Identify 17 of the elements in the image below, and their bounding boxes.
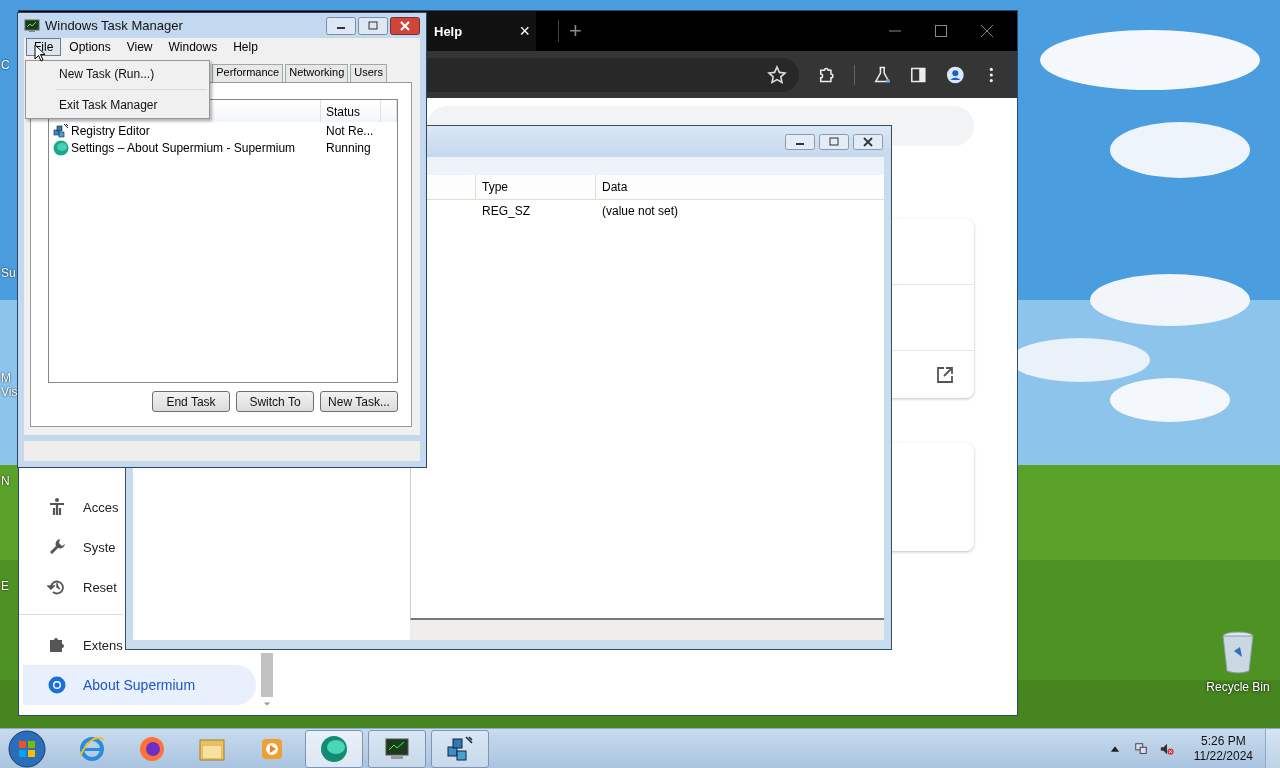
desktop-icon-label: C	[1, 58, 10, 72]
task-name: Settings – About Supermium - Supermium	[71, 140, 296, 155]
clock-time: 5:26 PM	[1201, 734, 1246, 749]
desktop-icon-label: M	[1, 371, 11, 385]
task-name: Registry Editor	[71, 123, 150, 138]
table-cell-text: REG_SZ	[481, 204, 531, 218]
desktop-icon-label: Su	[1, 266, 16, 280]
window-title: Windows Task Manager	[45, 18, 183, 34]
task-status: Running	[325, 140, 371, 155]
desktop-icon-label: E	[1, 579, 9, 593]
desktop-icon-label: N	[1, 474, 10, 488]
desktop-icon-label: Vis	[1, 385, 18, 399]
clock-date: 11/22/2024	[1193, 749, 1253, 764]
table-cell-text: (value not set)	[601, 204, 679, 218]
task-status: Not Re...	[325, 123, 374, 138]
tab-title: Help	[434, 23, 463, 39]
recycle-bin-label: Recycle Bin	[1206, 680, 1270, 694]
